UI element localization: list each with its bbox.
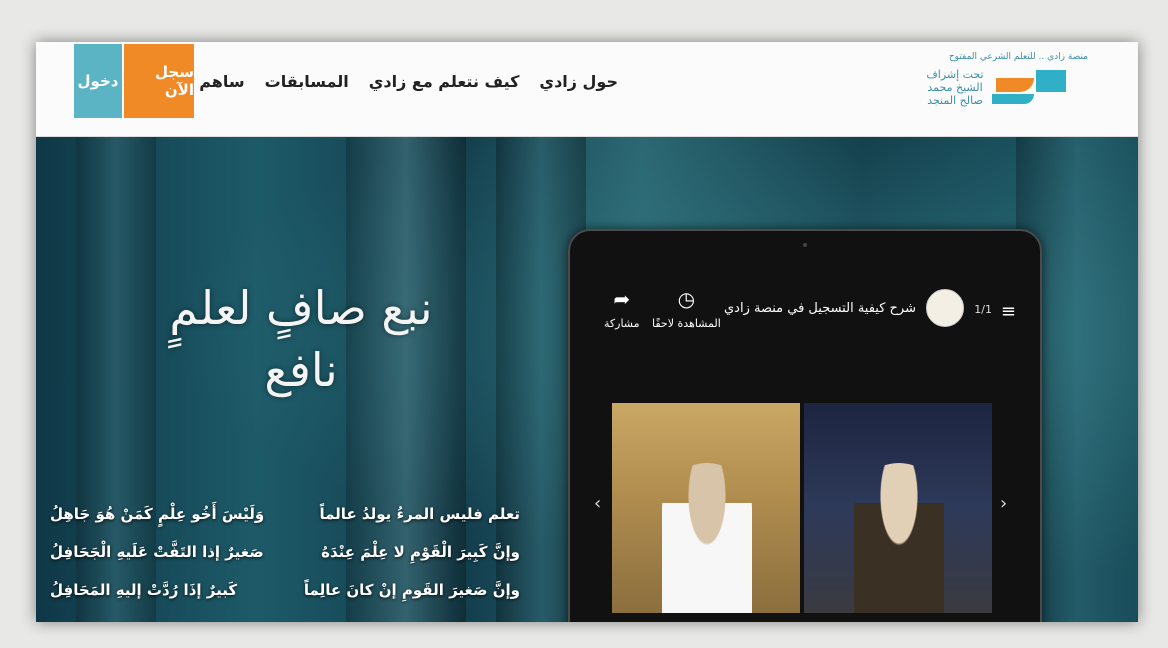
- chevron-right-icon[interactable]: ›: [1000, 493, 1007, 514]
- speaker-figure: [854, 463, 944, 613]
- share-icon: ➦: [613, 287, 631, 311]
- poem-line: وإنَّ كَبِيرَ الْقَوْمِ لا عِلْمَ عِنْدَ…: [50, 533, 520, 571]
- poem-verse: وَلَيْسَ أَخُو عِلْمٍ كَمَنْ هُوَ جَاهِل…: [50, 505, 265, 523]
- playlist-icon[interactable]: ≡: [1001, 301, 1016, 322]
- poem-line: تعلم فليس المرءُ يولدُ عالماً وَلَيْسَ أ…: [50, 495, 520, 533]
- hero-banner: نبع صافٍ لعلمٍ نافع تعلم فليس المرءُ يول…: [36, 137, 1138, 622]
- video-thumbnail[interactable]: [804, 403, 992, 613]
- logo-shape-teal: [992, 94, 1034, 104]
- video-title[interactable]: شرح كيفية التسجيل في منصة زادي: [724, 301, 916, 316]
- share-label: مشاركة: [604, 317, 640, 330]
- playlist-count: 1/1: [974, 303, 992, 316]
- video-top-bar: ≡ 1/1 شرح كيفية التسجيل في منصة زادي ◷ ا…: [570, 279, 1040, 343]
- channel-avatar[interactable]: [926, 289, 964, 327]
- chevron-left-icon[interactable]: ‹: [594, 493, 601, 514]
- nav-how-to-learn[interactable]: كيف نتعلم مع زادي: [369, 72, 520, 91]
- logo-shape-orange: [996, 78, 1034, 92]
- poem-verse: صَغيرٌ إذا التَفَّتْ عَلَيهِ الْجَحَافِل…: [50, 543, 264, 561]
- watch-later-button[interactable]: ◷ المشاهدة لاحقًا: [652, 287, 721, 330]
- nav-competitions[interactable]: المسابقات: [265, 72, 349, 91]
- page-frame: منصة زادي .. للتعلم الشرعي المفتوح تحت إ…: [36, 42, 1138, 622]
- poem: تعلم فليس المرءُ يولدُ عالماً وَلَيْسَ أ…: [50, 495, 520, 609]
- video-thumbnail[interactable]: [612, 403, 800, 613]
- nav-about[interactable]: حول زادي: [539, 72, 618, 91]
- poem-verse: كَبيرٌ إذَا رُدَّتْ إليهِ المَحَافِلُ: [50, 581, 238, 599]
- speaker-figure: [662, 463, 752, 613]
- tablet-camera: [803, 243, 807, 247]
- hero-calligraphy: نبع صافٍ لعلمٍ نافع: [169, 281, 433, 397]
- logo-tagline: منصة زادي .. للتعلم الشرعي المفتوح: [948, 52, 1088, 62]
- login-button[interactable]: دخول: [74, 44, 122, 118]
- logo-shape: [1036, 70, 1066, 92]
- watch-later-label: المشاهدة لاحقًا: [652, 317, 721, 330]
- poem-verse: تعلم فليس المرءُ يولدُ عالماً: [319, 505, 520, 523]
- logo-script: تحت إشراف الشيخ محمد صالح المنجد: [926, 68, 984, 107]
- video-player[interactable]: ≡ 1/1 شرح كيفية التسجيل في منصة زادي ◷ ا…: [568, 229, 1042, 622]
- clock-icon: ◷: [677, 287, 696, 311]
- poem-verse: وإنَّ كَبِيرَ الْقَوْمِ لا عِلْمَ عِنْدَ…: [321, 543, 520, 561]
- main-nav: حول زادي كيف نتعلم مع زادي المسابقات ساه…: [123, 72, 618, 91]
- share-button[interactable]: ➦ مشاركة: [604, 287, 640, 330]
- poem-line: وإنَّ صَغيرَ القَومِ إنْ كانَ عالِماً كَ…: [50, 571, 520, 609]
- poem-verse: وإنَّ صَغيرَ القَومِ إنْ كانَ عالِماً: [303, 581, 520, 599]
- zadi-logo[interactable]: منصة زادي .. للتعلم الشرعي المفتوح تحت إ…: [924, 50, 1102, 128]
- site-header: منصة زادي .. للتعلم الشرعي المفتوح تحت إ…: [36, 42, 1138, 137]
- register-button[interactable]: سجل الآن: [124, 44, 194, 118]
